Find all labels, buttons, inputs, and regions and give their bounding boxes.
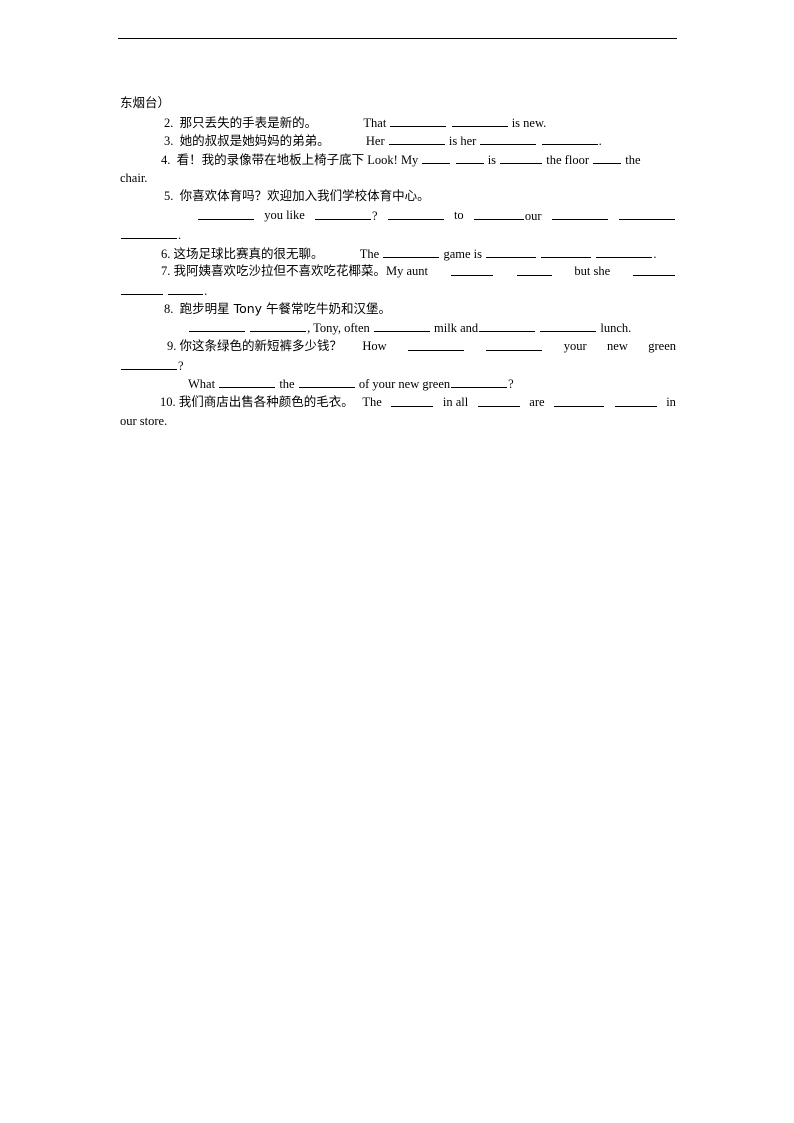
answer-blank[interactable] <box>390 113 447 127</box>
answer-blank[interactable] <box>121 225 177 239</box>
answer-blank[interactable] <box>450 262 493 277</box>
answer-blank[interactable] <box>408 337 465 351</box>
answer-blank[interactable] <box>387 206 444 221</box>
answer-blank[interactable] <box>189 318 245 333</box>
item-5-wrap: . <box>120 225 676 244</box>
item-5-answer: you like ? to our <box>120 206 676 225</box>
answer-blank[interactable] <box>540 318 597 333</box>
item-2: 2. 那只丢失的手表是新的。 That is new. <box>164 113 547 130</box>
item-3: 3. 她的叔叔是她妈妈的弟弟。 Her is her . <box>164 131 602 149</box>
answer-blank[interactable] <box>632 262 675 277</box>
answer-blank[interactable] <box>480 131 537 146</box>
item-4: 4. 看！我的录像带在地板上椅子底下 Look! My is the floor… <box>161 150 641 168</box>
answer-blank[interactable] <box>168 281 204 295</box>
answer-blank[interactable] <box>541 131 598 146</box>
item-10: 10. 我们商店出售各种颜色的毛衣。 The in all are in <box>160 393 676 409</box>
item-4-wrap: chair. <box>120 170 148 185</box>
answer-blank[interactable] <box>596 244 653 258</box>
item-9-wrap: ? <box>120 356 676 375</box>
answer-blank[interactable] <box>551 206 608 221</box>
answer-blank[interactable] <box>383 244 440 258</box>
answer-blank[interactable] <box>451 374 508 389</box>
item-9-alt: What the of your new green? <box>120 374 676 393</box>
answer-blank[interactable] <box>486 244 537 258</box>
answer-blank[interactable] <box>315 206 371 221</box>
answer-blank[interactable] <box>391 393 434 407</box>
answer-blank[interactable] <box>219 374 276 389</box>
answer-blank[interactable] <box>388 131 445 146</box>
answer-blank[interactable] <box>614 393 657 407</box>
answer-blank[interactable] <box>554 393 605 407</box>
item-5: 5. 你喜欢体育吗？欢迎加入我们学校体育中心。 <box>164 188 430 204</box>
continuation-line: 东烟台） <box>120 95 171 110</box>
item-7-wrap: . <box>120 281 676 300</box>
answer-blank[interactable] <box>479 318 536 333</box>
answer-blank[interactable] <box>486 337 543 351</box>
item-7: 7. 我阿姨喜欢吃沙拉但不喜欢吃花椰菜。My aunt but she <box>120 262 676 281</box>
exercise-content: 东烟台） 2. 那只丢失的手表是新的。 That is new. 3. 她的叔叔… <box>120 94 676 430</box>
answer-blank[interactable] <box>250 318 307 333</box>
answer-blank[interactable] <box>541 244 592 258</box>
item-10-wrap: our store. <box>120 413 168 428</box>
answer-blank[interactable] <box>373 318 430 333</box>
answer-blank[interactable] <box>500 150 543 165</box>
answer-blank[interactable] <box>473 206 524 221</box>
item-8: 8. 跑步明星 Tony 午餐常吃牛奶和汉堡。 <box>164 300 392 316</box>
answer-blank[interactable] <box>121 281 163 295</box>
answer-blank[interactable] <box>455 150 484 165</box>
item-9: 9. 你这条绿色的新短裤多少钱？ How your new green <box>167 337 676 353</box>
item-6: 6. 这场足球比赛真的很无聊。 The game is . <box>161 244 657 261</box>
answer-blank[interactable] <box>121 356 177 370</box>
answer-blank[interactable] <box>516 262 552 277</box>
answer-blank[interactable] <box>451 113 508 127</box>
answer-blank[interactable] <box>422 150 451 165</box>
header-rule <box>118 38 677 39</box>
answer-blank[interactable] <box>198 206 254 221</box>
answer-blank[interactable] <box>477 393 520 407</box>
item-8-answer: , Tony, often milk and lunch. <box>120 318 676 337</box>
answer-blank[interactable] <box>618 206 675 221</box>
answer-blank[interactable] <box>298 374 355 389</box>
answer-blank[interactable] <box>593 150 622 165</box>
